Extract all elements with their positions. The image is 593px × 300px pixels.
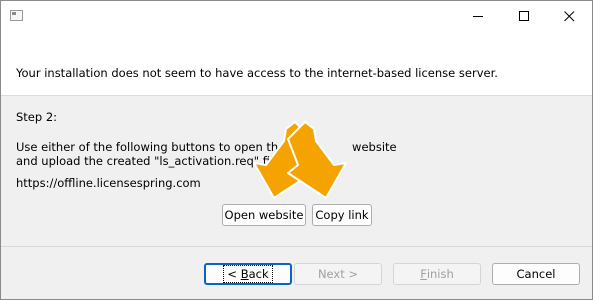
minimize-button[interactable] <box>455 1 501 32</box>
header-message: Your installation does not seem to have … <box>16 66 498 80</box>
back-button[interactable]: < Back <box>204 263 292 285</box>
arrow-right-shape <box>287 121 347 199</box>
finish-rest: inish <box>426 267 454 281</box>
maximize-button[interactable] <box>501 1 547 32</box>
license-url: https://offline.licensespring.com <box>16 176 201 190</box>
finish-button[interactable]: Finish <box>393 263 481 285</box>
minimize-icon <box>472 16 483 17</box>
installer-window: Your installation does not seem to have … <box>0 0 593 300</box>
cancel-button[interactable]: Cancel <box>492 263 580 285</box>
orange-double-arrow-icon <box>253 121 347 199</box>
close-button[interactable] <box>546 1 592 32</box>
footer-separator <box>1 246 592 247</box>
instruction-line-1-end: website <box>352 140 397 154</box>
back-accelerator: B <box>240 267 249 281</box>
finish-accelerator: F <box>420 267 427 281</box>
step-title: Step 2: <box>16 110 58 124</box>
next-button[interactable]: Next > <box>294 263 382 285</box>
maximize-icon <box>518 11 529 21</box>
back-rest: ack <box>248 267 269 281</box>
copy-link-button[interactable]: Copy link <box>312 204 372 226</box>
close-icon <box>563 11 574 22</box>
back-button-label: < Back <box>223 265 273 283</box>
back-prefix: < <box>227 267 241 281</box>
window-app-icon <box>10 10 23 21</box>
title-bar[interactable] <box>1 1 592 32</box>
open-website-button[interactable]: Open website <box>222 204 306 226</box>
header-panel: Your installation does not seem to have … <box>1 32 592 96</box>
